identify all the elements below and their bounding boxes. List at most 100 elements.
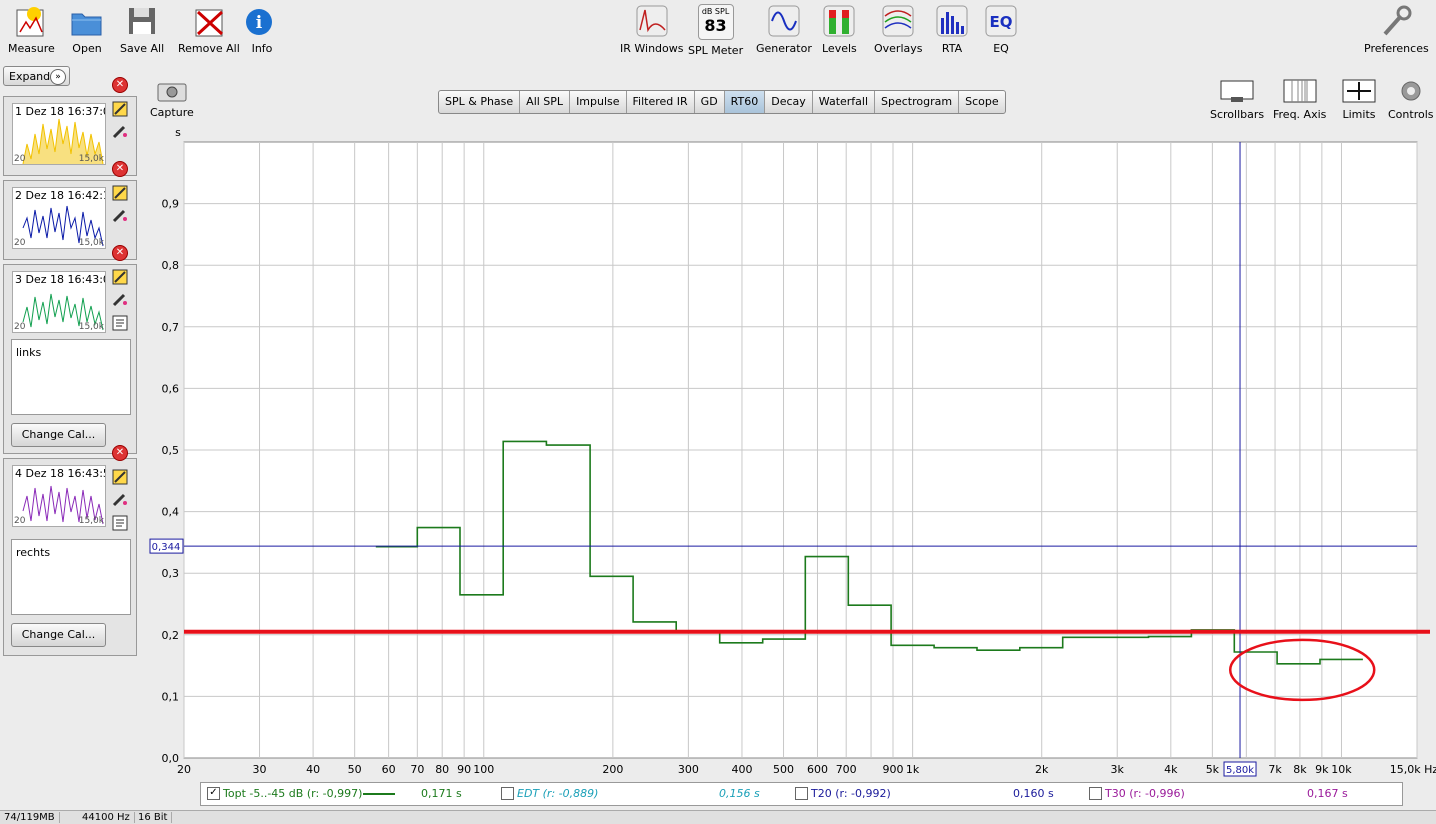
eq-button[interactable]: EQ EQ (984, 4, 1018, 55)
memory-status: 74/119MB (0, 812, 60, 823)
main-toolbar: Measure Open Save All Remove All i Info … (0, 0, 1436, 64)
tab-impulse[interactable]: Impulse (570, 91, 627, 113)
cursor-x-label: 5,80k (1226, 765, 1254, 776)
preferences-button[interactable]: Preferences (1364, 4, 1429, 55)
legend-label: T30 (r: -0,996) (1105, 787, 1185, 800)
legend-checkbox[interactable] (795, 787, 808, 800)
gear-icon (1391, 78, 1431, 104)
ir-windows-button[interactable]: IR Windows (620, 4, 684, 55)
rta-icon (935, 4, 969, 38)
x-tick-label: 50 (348, 763, 362, 776)
x-tick-label: 90 (457, 763, 471, 776)
x-tick-label: 70 (410, 763, 424, 776)
legend-checkbox[interactable]: ✓ (207, 787, 220, 800)
x-tick-label: 20 (177, 763, 191, 776)
y-tick-label: 0,2 (162, 629, 180, 642)
x-tick-label: 7k (1268, 763, 1282, 776)
bit-depth-status: 16 Bit (134, 812, 173, 823)
legend-value: 0,160 s (1013, 787, 1054, 800)
x-tick-label: 80 (435, 763, 449, 776)
x-tick-label: 700 (836, 763, 857, 776)
y-tick-label: 0,8 (162, 259, 180, 272)
tab-waterfall[interactable]: Waterfall (813, 91, 876, 113)
cursor-y-label: 0,344 (152, 542, 181, 553)
x-tick-label: 9k (1315, 763, 1329, 776)
spl-meter-button[interactable]: dB SPL 83 SPL Meter (688, 4, 743, 57)
y-tick-label: 0,7 (162, 321, 180, 334)
x-tick-label: 8k (1293, 763, 1307, 776)
tab-rt60[interactable]: RT60 (724, 91, 766, 113)
legend-value: 0,156 s (719, 787, 760, 800)
tab-scope[interactable]: Scope (959, 91, 1005, 113)
freq-axis-icon (1280, 78, 1320, 104)
y-axis-unit: s (175, 126, 181, 139)
remove-icon (192, 4, 226, 38)
close-icon[interactable]: ✕ (112, 77, 128, 93)
overlays-button[interactable]: Overlays (874, 4, 923, 55)
remove-all-button[interactable]: Remove All (178, 4, 240, 55)
x-tick-label: 15,0k Hz (1390, 763, 1436, 776)
overlays-icon (881, 4, 915, 38)
camera-icon (155, 80, 189, 102)
x-tick-label: 10k (1331, 763, 1352, 776)
tab-spectrogram[interactable]: Spectrogram (875, 91, 960, 113)
y-tick-label: 0,3 (162, 567, 180, 580)
legend-checkbox[interactable] (1089, 787, 1102, 800)
x-tick-label: 1k (906, 763, 920, 776)
limits-button[interactable]: Limits (1339, 78, 1379, 121)
scrollbars-icon (1217, 78, 1257, 104)
rt60-graph[interactable]: 0,00,10,20,30,40,50,60,70,80,9s20 30 40 50 6… (0, 126, 1436, 782)
x-tick-label: 500 (773, 763, 794, 776)
rta-button[interactable]: RTA (935, 4, 969, 55)
freq-axis-button[interactable]: Freq. Axis (1273, 78, 1326, 121)
info-icon: i (245, 4, 279, 38)
y-tick-label: 0,6 (162, 382, 180, 395)
capture-button[interactable]: Capture (150, 80, 194, 119)
legend-line-swatch (363, 793, 395, 795)
tab-filtered-ir[interactable]: Filtered IR (627, 91, 695, 113)
open-button[interactable]: Open (70, 4, 104, 55)
graph-tabs: SPL & Phase All SPL Impulse Filtered IR GD RT… (438, 90, 1006, 114)
svg-text:i: i (256, 13, 263, 33)
y-tick-label: 0,9 (162, 198, 180, 211)
x-tick-label: 200 (602, 763, 623, 776)
legend-value: 0,171 s (421, 787, 462, 800)
edit-icon[interactable] (112, 101, 128, 117)
x-tick-label: 5k (1206, 763, 1220, 776)
x-tick-label: 400 (731, 763, 752, 776)
expand-button[interactable]: Expand » (3, 66, 70, 86)
tab-spl-phase[interactable]: SPL & Phase (439, 91, 521, 113)
ir-windows-icon (635, 4, 669, 38)
x-tick-label: 3k (1111, 763, 1125, 776)
info-button[interactable]: i Info (245, 4, 279, 55)
x-tick-label: 30 (253, 763, 267, 776)
limits-icon (1339, 78, 1379, 104)
double-chevron-right-icon: » (50, 69, 66, 85)
generator-button[interactable]: Generator (756, 4, 812, 55)
x-tick-label: 300 (678, 763, 699, 776)
legend-label: EDT (r: -0,889) (517, 787, 599, 800)
save-all-button[interactable]: Save All (120, 4, 164, 55)
legend-checkbox[interactable] (501, 787, 514, 800)
controls-button[interactable]: Controls (1388, 78, 1434, 121)
scrollbars-button[interactable]: Scrollbars (1210, 78, 1264, 121)
levels-button[interactable]: Levels (822, 4, 857, 55)
wrench-icon (1379, 4, 1413, 38)
x-tick-label: 60 (382, 763, 396, 776)
eq-icon: EQ (984, 4, 1018, 38)
tab-decay[interactable]: Decay (765, 91, 813, 113)
x-tick-label: 2k (1035, 763, 1049, 776)
measure-button[interactable]: Measure (8, 4, 55, 55)
x-tick-label: 600 (807, 763, 828, 776)
floppy-icon (125, 4, 159, 38)
graph-legend: ✓ Topt -5..-45 dB (r: -0,997) 0,171 s EDT (… (200, 782, 1403, 806)
measure-icon (14, 4, 48, 38)
tab-all-spl[interactable]: All SPL (520, 91, 571, 113)
legend-label: T20 (r: -0,992) (811, 787, 891, 800)
x-tick-label: 4k (1164, 763, 1178, 776)
x-tick-label: 100 (473, 763, 494, 776)
y-tick-label: 0,1 (162, 690, 180, 703)
levels-icon (822, 4, 856, 38)
tab-gd[interactable]: GD (695, 91, 725, 113)
y-tick-label: 0,4 (162, 506, 180, 519)
